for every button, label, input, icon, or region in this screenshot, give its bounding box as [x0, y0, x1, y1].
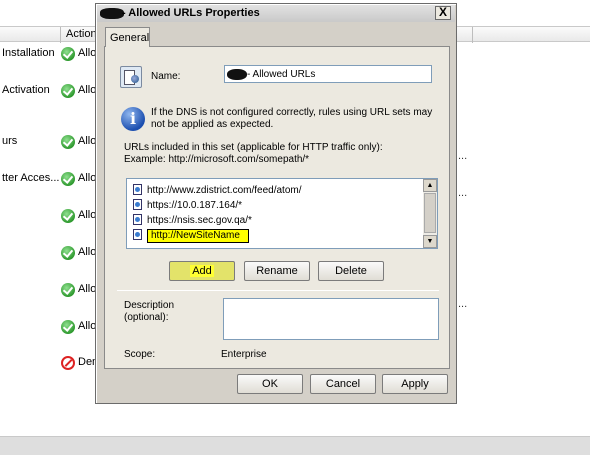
- title-bar[interactable]: - Allowed URLs Properties X: [97, 5, 455, 22]
- info-icon: i: [121, 107, 145, 131]
- cancel-button[interactable]: Cancel: [310, 374, 376, 394]
- column-header-action[interactable]: Action: [66, 28, 97, 40]
- allow-icon: [61, 84, 75, 98]
- allowed-urls-properties-dialog: - Allowed URLs Properties X General Name…: [95, 3, 457, 404]
- rule-name: urs: [2, 135, 18, 147]
- rule-action: Allo: [78, 246, 97, 258]
- rule-action: Allo: [78, 135, 97, 147]
- rule-action: Allo: [78, 320, 97, 332]
- dialog-title: - Allowed URLs Properties: [122, 7, 260, 19]
- name-field[interactable]: - Allowed URLs: [224, 65, 432, 83]
- url-list-item[interactable]: https://10.0.187.164/*: [133, 199, 242, 213]
- redacted-blot: [100, 8, 124, 19]
- tab-general[interactable]: General: [105, 27, 150, 47]
- truncated-text: ...: [458, 298, 468, 310]
- truncated-text: ...: [458, 187, 468, 199]
- column-separator: [472, 27, 473, 43]
- url-icon: [133, 229, 142, 240]
- redacted-blot: [227, 69, 247, 80]
- url-list-item[interactable]: https://nsis.sec.gov.qa/*: [133, 214, 252, 228]
- url-text: https://nsis.sec.gov.qa/*: [147, 215, 252, 226]
- url-list[interactable]: http://www.zdistrict.com/feed/atom/ http…: [126, 178, 438, 249]
- delete-button[interactable]: Delete: [318, 261, 384, 281]
- url-list-scrollbar[interactable]: ▲ ▼: [423, 179, 437, 248]
- info-text-line-1: If the DNS is not configured correctly, …: [151, 107, 433, 118]
- description-label: Description: [124, 300, 175, 311]
- rule-name: Installation: [2, 47, 55, 59]
- rename-button[interactable]: Rename: [244, 261, 310, 281]
- add-button-label: Add: [190, 265, 214, 277]
- truncated-text: ...: [458, 150, 468, 162]
- description-field[interactable]: [223, 298, 439, 340]
- apply-button[interactable]: Apply: [382, 374, 448, 394]
- scope-value: Enterprise: [221, 349, 267, 360]
- url-icon: [133, 199, 142, 210]
- allow-icon: [61, 172, 75, 186]
- scroll-down-icon[interactable]: ▼: [423, 235, 437, 248]
- url-icon: [133, 214, 142, 225]
- divider: [117, 290, 439, 291]
- url-list-item-editing[interactable]: http://NewSiteName: [133, 229, 249, 243]
- rule-action: Allo: [78, 84, 97, 96]
- rule-name: tter Acces...: [2, 172, 60, 184]
- name-value: - Allowed URLs: [247, 69, 316, 80]
- url-text: https://10.0.187.164/*: [147, 200, 243, 211]
- allow-icon: [61, 209, 75, 223]
- deny-icon: [61, 356, 75, 370]
- allow-icon: [61, 246, 75, 260]
- rule-action: Allo: [78, 209, 97, 221]
- rule-action: Allo: [78, 172, 97, 184]
- scroll-up-icon[interactable]: ▲: [423, 179, 437, 192]
- general-tab-panel: Name: - Allowed URLs i If the DNS is not…: [104, 46, 450, 369]
- rule-action: Allo: [78, 47, 97, 59]
- url-list-item[interactable]: http://www.zdistrict.com/feed/atom/: [133, 184, 302, 198]
- url-edit-input[interactable]: http://NewSiteName: [147, 229, 249, 243]
- url-text: http://www.zdistrict.com/feed/atom/: [147, 185, 302, 196]
- allow-icon: [61, 320, 75, 334]
- column-separator: [60, 27, 61, 43]
- scope-label: Scope:: [124, 349, 156, 360]
- scroll-thumb[interactable]: [424, 193, 436, 233]
- url-icon: [133, 184, 142, 195]
- allow-icon: [61, 47, 75, 61]
- urls-label: URLs included in this set (applicable fo…: [124, 142, 383, 153]
- rule-action: Allo: [78, 283, 97, 295]
- add-button[interactable]: Add: [169, 261, 235, 281]
- rule-name: Activation: [2, 84, 50, 96]
- status-bar: [0, 436, 590, 455]
- name-label: Name:: [151, 71, 181, 82]
- description-label-optional: (optional):: [124, 312, 169, 323]
- close-button[interactable]: X: [435, 6, 451, 20]
- allow-icon: [61, 283, 75, 297]
- allow-icon: [61, 135, 75, 149]
- urls-example: Example: http://microsoft.com/somepath/*: [124, 154, 310, 165]
- info-text-line-2: not be applied as expected.: [151, 119, 274, 130]
- ok-button[interactable]: OK: [237, 374, 303, 394]
- url-set-icon: [120, 66, 142, 88]
